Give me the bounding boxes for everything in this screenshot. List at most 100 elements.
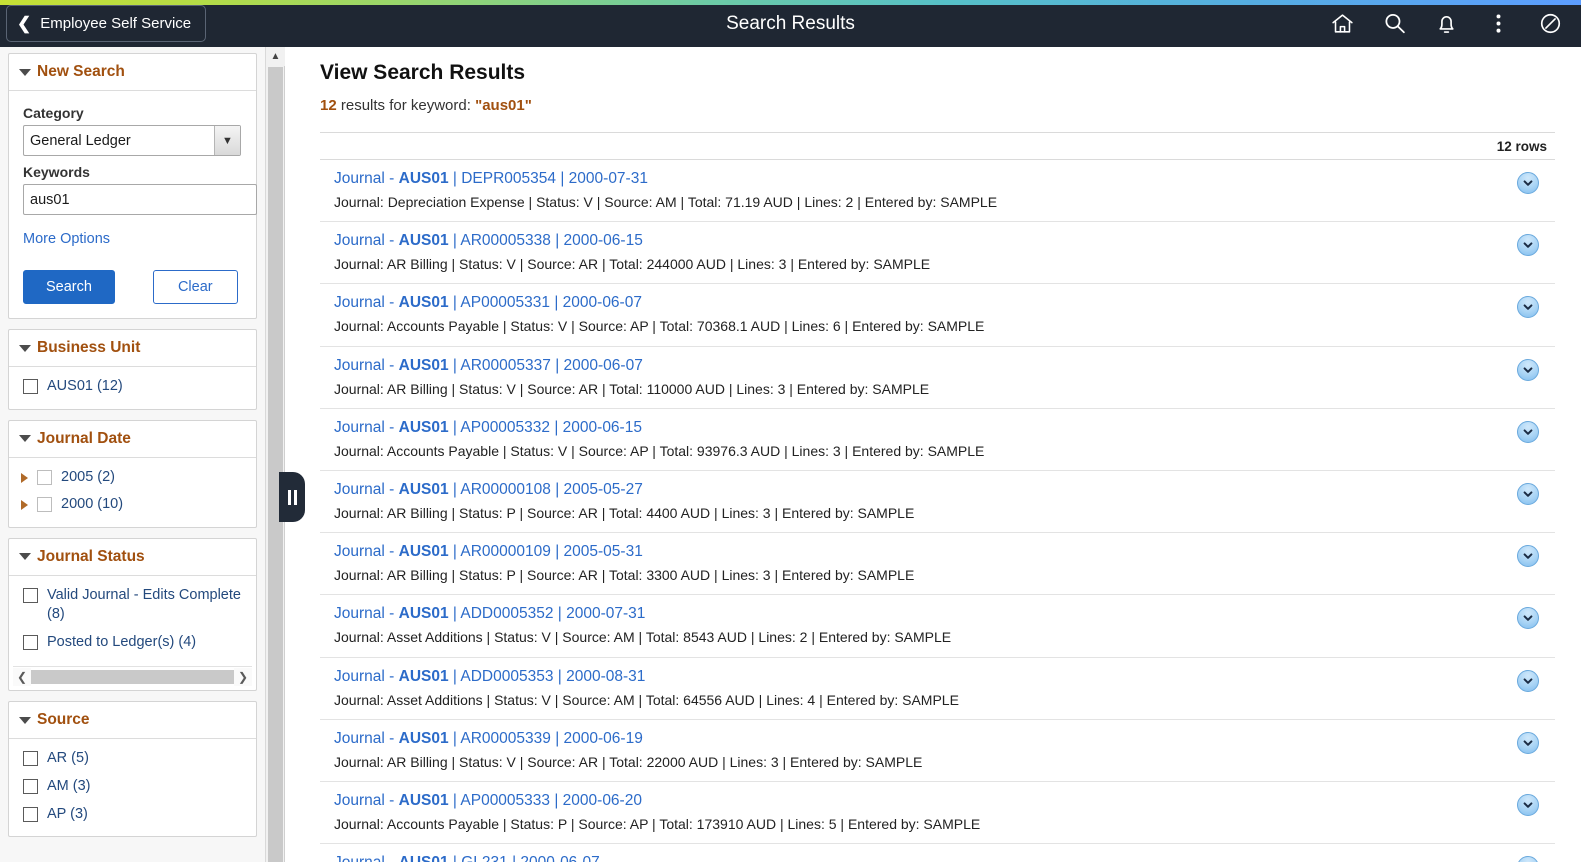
expand-row-button[interactable] (1517, 234, 1539, 257)
search-icon[interactable] (1381, 11, 1407, 37)
result-row[interactable]: Journal - AUS01 | DEPR005354 | 2000-07-3… (320, 160, 1555, 223)
result-row[interactable]: Journal - AUS01 | AP00005331 | 2000-06-0… (320, 284, 1555, 347)
result-row[interactable]: Journal - AUS01 | AP00005333 | 2000-06-2… (320, 782, 1555, 845)
result-row[interactable]: Journal - AUS01 | AP00005332 | 2000-06-1… (320, 409, 1555, 471)
checkbox-icon[interactable] (37, 497, 52, 513)
journal-status-horizontal-scrollbar[interactable]: ❮ ❯ (13, 666, 252, 686)
facet-item-2005[interactable]: 2005 (2) (21, 464, 246, 492)
expand-row-button[interactable] (1517, 358, 1539, 381)
keywords-input[interactable] (23, 184, 257, 215)
scroll-right-icon[interactable]: ❯ (234, 667, 252, 686)
facet-item-am[interactable]: AM (3) (21, 773, 246, 801)
facet-item-label: AM (3) (47, 777, 91, 794)
expand-row-button[interactable] (1517, 482, 1539, 505)
panel-splitter-handle[interactable] (279, 472, 305, 522)
result-row[interactable]: Journal - AUS01 | AR00005338 | 2000-06-1… (320, 222, 1555, 285)
back-to-employee-self-service-button[interactable]: ❮ Employee Self Service (6, 5, 207, 42)
checkbox-icon[interactable] (23, 751, 38, 767)
category-select[interactable]: General Ledger (23, 125, 241, 156)
result-title-link[interactable]: Journal - AUS01 | AP00005332 | 2000-06-1… (334, 419, 1517, 437)
result-title-link[interactable]: Journal - AUS01 | AR00005337 | 2000-06-0… (334, 357, 1517, 375)
result-row[interactable]: Journal - AUS01 | ADD0005352 | 2000-07-3… (320, 595, 1555, 658)
expand-row-button[interactable] (1517, 607, 1539, 630)
result-title-link[interactable]: Journal - AUS01 | AR00000108 | 2005-05-2… (334, 481, 1517, 499)
more-options-link[interactable]: More Options (23, 231, 110, 247)
result-row[interactable]: Journal - AUS01 | AR00000109 | 2005-05-3… (320, 533, 1555, 596)
expand-row-button[interactable] (1517, 793, 1539, 816)
expand-row-button[interactable] (1517, 420, 1539, 443)
result-row-content: Journal - AUS01 | AR00005339 | 2000-06-1… (334, 730, 1517, 771)
expand-row-button[interactable] (1517, 731, 1539, 754)
result-title-link[interactable]: Journal - AUS01 | AR00005339 | 2000-06-1… (334, 730, 1517, 748)
expand-triangle-icon[interactable] (21, 500, 28, 511)
result-date: 2000-06-07 (563, 356, 643, 374)
scroll-left-icon[interactable]: ❮ (13, 667, 31, 686)
expand-row-button[interactable] (1517, 172, 1539, 194)
expand-triangle-icon[interactable] (21, 472, 28, 483)
clear-button[interactable]: Clear (152, 270, 238, 304)
facet-header-source[interactable]: Source (9, 702, 256, 740)
result-title-link[interactable]: Journal - AUS01 | ADD0005352 | 2000-07-3… (334, 605, 1517, 623)
new-search-panel: New Search Category General Ledger ▼ Key… (8, 53, 257, 319)
navbar-icon[interactable] (1537, 11, 1563, 37)
facet-header-journal-status[interactable]: Journal Status (9, 539, 256, 576)
result-prefix: Journal - (334, 605, 399, 623)
checkbox-icon[interactable] (23, 379, 38, 394)
expand-row-button[interactable] (1517, 669, 1539, 692)
result-row[interactable]: Journal - AUS01 | GL231 | 2000-06-07 Jou… (320, 844, 1555, 862)
result-separator: | (448, 480, 461, 498)
facet-title-journal-date: Journal Date (37, 429, 131, 447)
scroll-up-icon[interactable]: ▲ (266, 47, 285, 66)
facet-title-source: Source (37, 711, 90, 729)
facet-item-ar[interactable]: AR (5) (21, 745, 246, 773)
result-description: Journal: Asset Additions | Status: V | S… (334, 691, 959, 708)
checkbox-icon[interactable] (23, 587, 38, 603)
result-title-link[interactable]: Journal - AUS01 | AR00000109 | 2005-05-3… (334, 543, 1517, 561)
scrollbar-thumb[interactable] (268, 67, 283, 862)
result-date: 2000-07-31 (566, 605, 646, 623)
expand-row-button[interactable] (1517, 545, 1539, 568)
checkbox-icon[interactable] (23, 778, 38, 794)
result-prefix: Journal - (334, 854, 399, 862)
result-title-link[interactable]: Journal - AUS01 | DEPR005354 | 2000-07-3… (334, 170, 1517, 188)
collapse-triangle-icon (19, 68, 31, 76)
expand-row-button[interactable] (1517, 296, 1539, 319)
checkbox-icon[interactable] (37, 469, 52, 485)
result-title-link[interactable]: Journal - AUS01 | AP00005333 | 2000-06-2… (334, 792, 1517, 810)
facet-header-journal-date[interactable]: Journal Date (9, 421, 256, 458)
result-row[interactable]: Journal - AUS01 | AR00005337 | 2000-06-0… (320, 347, 1555, 409)
search-actions-row: Search Clear (23, 270, 242, 304)
result-title-link[interactable]: Journal - AUS01 | ADD0005353 | 2000-08-3… (334, 668, 1517, 686)
result-row[interactable]: Journal - AUS01 | AR00000108 | 2005-05-2… (320, 471, 1555, 534)
facet-item-aus01[interactable]: AUS01 (12) (21, 373, 246, 401)
result-row-content: Journal - AUS01 | AP00005333 | 2000-06-2… (334, 792, 1517, 833)
result-row-content: Journal - AUS01 | ADD0005352 | 2000-07-3… (334, 605, 1517, 646)
actions-menu-icon[interactable] (1485, 11, 1511, 37)
result-date: 2000-06-07 (562, 294, 642, 312)
search-button[interactable]: Search (23, 270, 115, 304)
result-title-link[interactable]: Journal - AUS01 | AR00005338 | 2000-06-1… (334, 232, 1517, 250)
facet-panel-journal-status: Journal Status Valid Journal - Edits Com… (8, 537, 257, 692)
new-search-panel-header[interactable]: New Search (9, 54, 256, 91)
checkbox-icon[interactable] (23, 634, 38, 650)
expand-row-button[interactable] (1517, 856, 1539, 862)
scrollbar-track[interactable] (31, 669, 234, 684)
checkbox-icon[interactable] (23, 806, 38, 822)
notification-bell-icon[interactable] (1433, 11, 1459, 37)
result-title-link[interactable]: Journal - AUS01 | GL231 | 2000-06-07 (334, 854, 1517, 862)
facet-item-ap[interactable]: AP (3) (21, 801, 246, 829)
result-journal-id: AP00005332 (460, 418, 551, 436)
result-row[interactable]: Journal - AUS01 | ADD0005353 | 2000-08-3… (320, 658, 1555, 720)
facet-item-posted-to-ledgers[interactable]: Posted to Ledger(s) (4) (21, 629, 246, 657)
facet-panel-business-unit: Business Unit AUS01 (12) (8, 329, 257, 410)
result-date: 2000-06-15 (562, 418, 642, 436)
result-row[interactable]: Journal - AUS01 | AR00005339 | 2000-06-1… (320, 720, 1555, 782)
result-date: 2000-06-20 (562, 791, 642, 809)
facet-item-valid-journal[interactable]: Valid Journal - Edits Complete (8) (21, 582, 246, 629)
home-icon[interactable] (1329, 11, 1355, 37)
result-journal-id: AR00000108 (460, 480, 551, 498)
result-title-link[interactable]: Journal - AUS01 | AP00005331 | 2000-06-0… (334, 294, 1517, 312)
facet-item-2000[interactable]: 2000 (10) (21, 491, 246, 519)
sidebar-vertical-scrollbar[interactable]: ▲ (266, 47, 285, 862)
facet-header-business-unit[interactable]: Business Unit (9, 330, 256, 367)
